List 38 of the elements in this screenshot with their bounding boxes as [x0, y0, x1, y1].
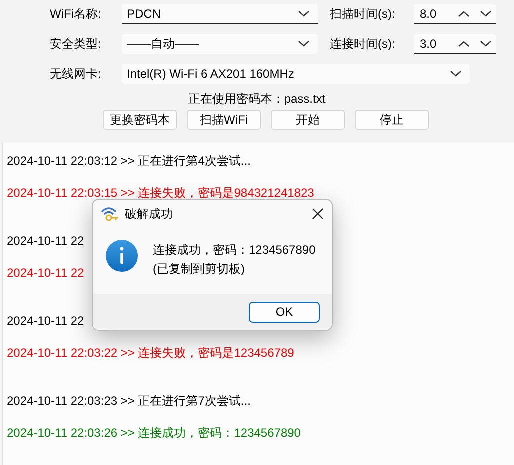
- action-button[interactable]: 停止: [355, 110, 429, 130]
- info-icon: [106, 240, 138, 272]
- chevron-down-icon: [298, 40, 310, 48]
- log-line: 2024-10-11 22:03:22 >> 连接失败，密码是123456789: [7, 345, 294, 361]
- action-button[interactable]: 更换密码本: [103, 110, 177, 130]
- dropdown[interactable]: ——自动——: [122, 34, 318, 54]
- log-line: 2024-10-11 22:03:26 >> 连接成功，密码：1234567890: [7, 425, 301, 441]
- dialog-message: 连接成功，密码：1234567890: [153, 242, 316, 259]
- dictionary-info: 正在使用密码本：pass.txt: [188, 91, 326, 108]
- field-label: 扫描时间(s):: [330, 6, 396, 22]
- dropdown[interactable]: Intel(R) Wi-Fi 6 AX201 160MHz: [122, 64, 470, 84]
- log-line: 2024-10-11 22: [7, 265, 84, 281]
- dropdown[interactable]: PDCN: [122, 4, 318, 24]
- chevron-down-icon: [480, 40, 492, 48]
- number-spinner[interactable]: 8.0: [414, 4, 496, 24]
- dialog-title: 破解成功: [125, 206, 174, 222]
- close-icon: [312, 208, 324, 220]
- action-button[interactable]: 开始: [271, 110, 345, 130]
- chevron-up-icon: [458, 10, 470, 18]
- close-button[interactable]: [310, 206, 326, 222]
- chevron-up-icon: [458, 40, 470, 48]
- field-label: 连接时间(s):: [330, 36, 396, 52]
- log-line: 2024-10-11 22:03:15 >> 连接失败，密码是984321241823: [7, 185, 314, 201]
- field-label: 安全类型:: [50, 36, 102, 52]
- field-label: 无线网卡:: [50, 66, 102, 82]
- wifi-key-icon: [101, 206, 119, 222]
- chevron-down-icon: [480, 10, 492, 18]
- ok-button[interactable]: OK: [249, 302, 320, 322]
- log-line: 2024-10-11 22: [7, 313, 84, 329]
- dialog-message: (已复制到剪切板): [153, 261, 246, 278]
- number-spinner[interactable]: 3.0: [414, 34, 496, 54]
- action-button[interactable]: 扫描WiFi: [187, 110, 261, 130]
- log-line: 2024-10-11 22:03:12 >> 正在进行第4次尝试...: [7, 153, 251, 169]
- field-label: WiFi名称:: [50, 6, 102, 22]
- chevron-down-icon: [298, 10, 310, 18]
- log-line: 2024-10-11 22:03:23 >> 正在进行第7次尝试...: [7, 393, 251, 409]
- chevron-down-icon: [450, 70, 462, 78]
- log-line: 2024-10-11 22: [7, 233, 84, 249]
